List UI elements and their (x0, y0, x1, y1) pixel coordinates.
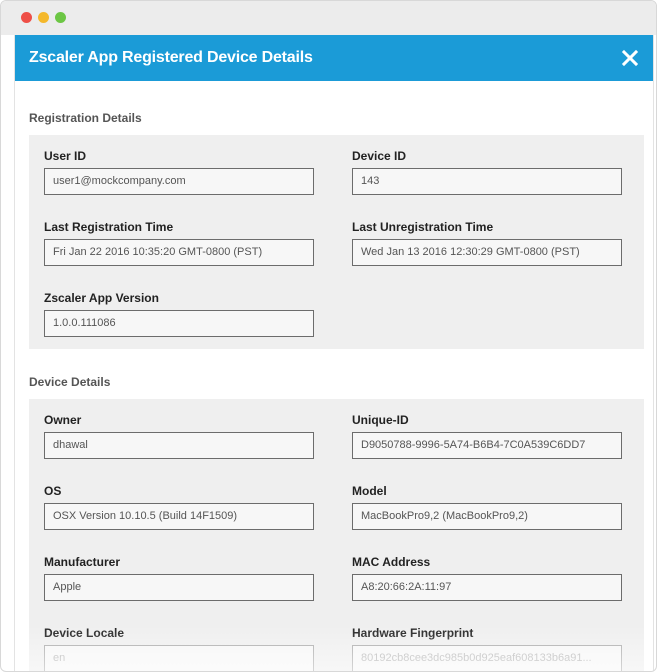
registration-section-title: Registration Details (29, 111, 142, 125)
last-registration-field[interactable]: Fri Jan 22 2016 10:35:20 GMT-0800 (PST) (44, 239, 314, 266)
window-titlebar (1, 1, 656, 35)
app-version-field[interactable]: 1.0.0.111086 (44, 310, 314, 337)
device-panel: Owner dhawal Unique-ID D9050788-9996-5A7… (29, 399, 644, 671)
manufacturer-label: Manufacturer (44, 555, 121, 569)
window-close-dot[interactable] (21, 12, 32, 23)
user-id-field[interactable]: user1@mockcompany.com (44, 168, 314, 195)
os-label: OS (44, 484, 62, 498)
device-id-field[interactable]: 143 (352, 168, 622, 195)
device-locale-field[interactable]: en (44, 645, 314, 671)
window-maximize-dot[interactable] (55, 12, 66, 23)
window-minimize-dot[interactable] (38, 12, 49, 23)
modal-header: Zscaler App Registered Device Details (15, 35, 653, 81)
mac-address-field[interactable]: A8:20:66:2A:11:97 (352, 574, 622, 601)
owner-label: Owner (44, 413, 82, 427)
mac-address-label: MAC Address (352, 555, 431, 569)
device-details-modal: Zscaler App Registered Device Details Re… (14, 35, 654, 671)
app-window: Zscaler App Registered Device Details Re… (0, 0, 657, 672)
last-unregistration-field[interactable]: Wed Jan 13 2016 12:30:29 GMT-0800 (PST) (352, 239, 622, 266)
close-icon (621, 49, 639, 67)
device-locale-label: Device Locale (44, 626, 125, 640)
registration-panel: User ID user1@mockcompany.com Device ID … (29, 135, 644, 349)
device-id-label: Device ID (352, 149, 407, 163)
modal-title: Zscaler App Registered Device Details (29, 49, 313, 66)
last-registration-label: Last Registration Time (44, 220, 174, 234)
owner-field[interactable]: dhawal (44, 432, 314, 459)
manufacturer-field[interactable]: Apple (44, 574, 314, 601)
model-field[interactable]: MacBookPro9,2 (MacBookPro9,2) (352, 503, 622, 530)
hardware-fingerprint-label: Hardware Fingerprint (352, 626, 474, 640)
device-section-title: Device Details (29, 375, 111, 389)
last-unregistration-label: Last Unregistration Time (352, 220, 494, 234)
model-label: Model (352, 484, 387, 498)
unique-id-field[interactable]: D9050788-9996-5A74-B6B4-7C0A539C6DD7 (352, 432, 622, 459)
unique-id-label: Unique-ID (352, 413, 409, 427)
user-id-label: User ID (44, 149, 87, 163)
os-field[interactable]: OSX Version 10.10.5 (Build 14F1509) (44, 503, 314, 530)
app-version-label: Zscaler App Version (44, 291, 159, 305)
hardware-fingerprint-field[interactable]: 80192cb8cee3dc985b0d925eaf608133b6a91... (352, 645, 622, 671)
close-button[interactable] (617, 45, 643, 71)
